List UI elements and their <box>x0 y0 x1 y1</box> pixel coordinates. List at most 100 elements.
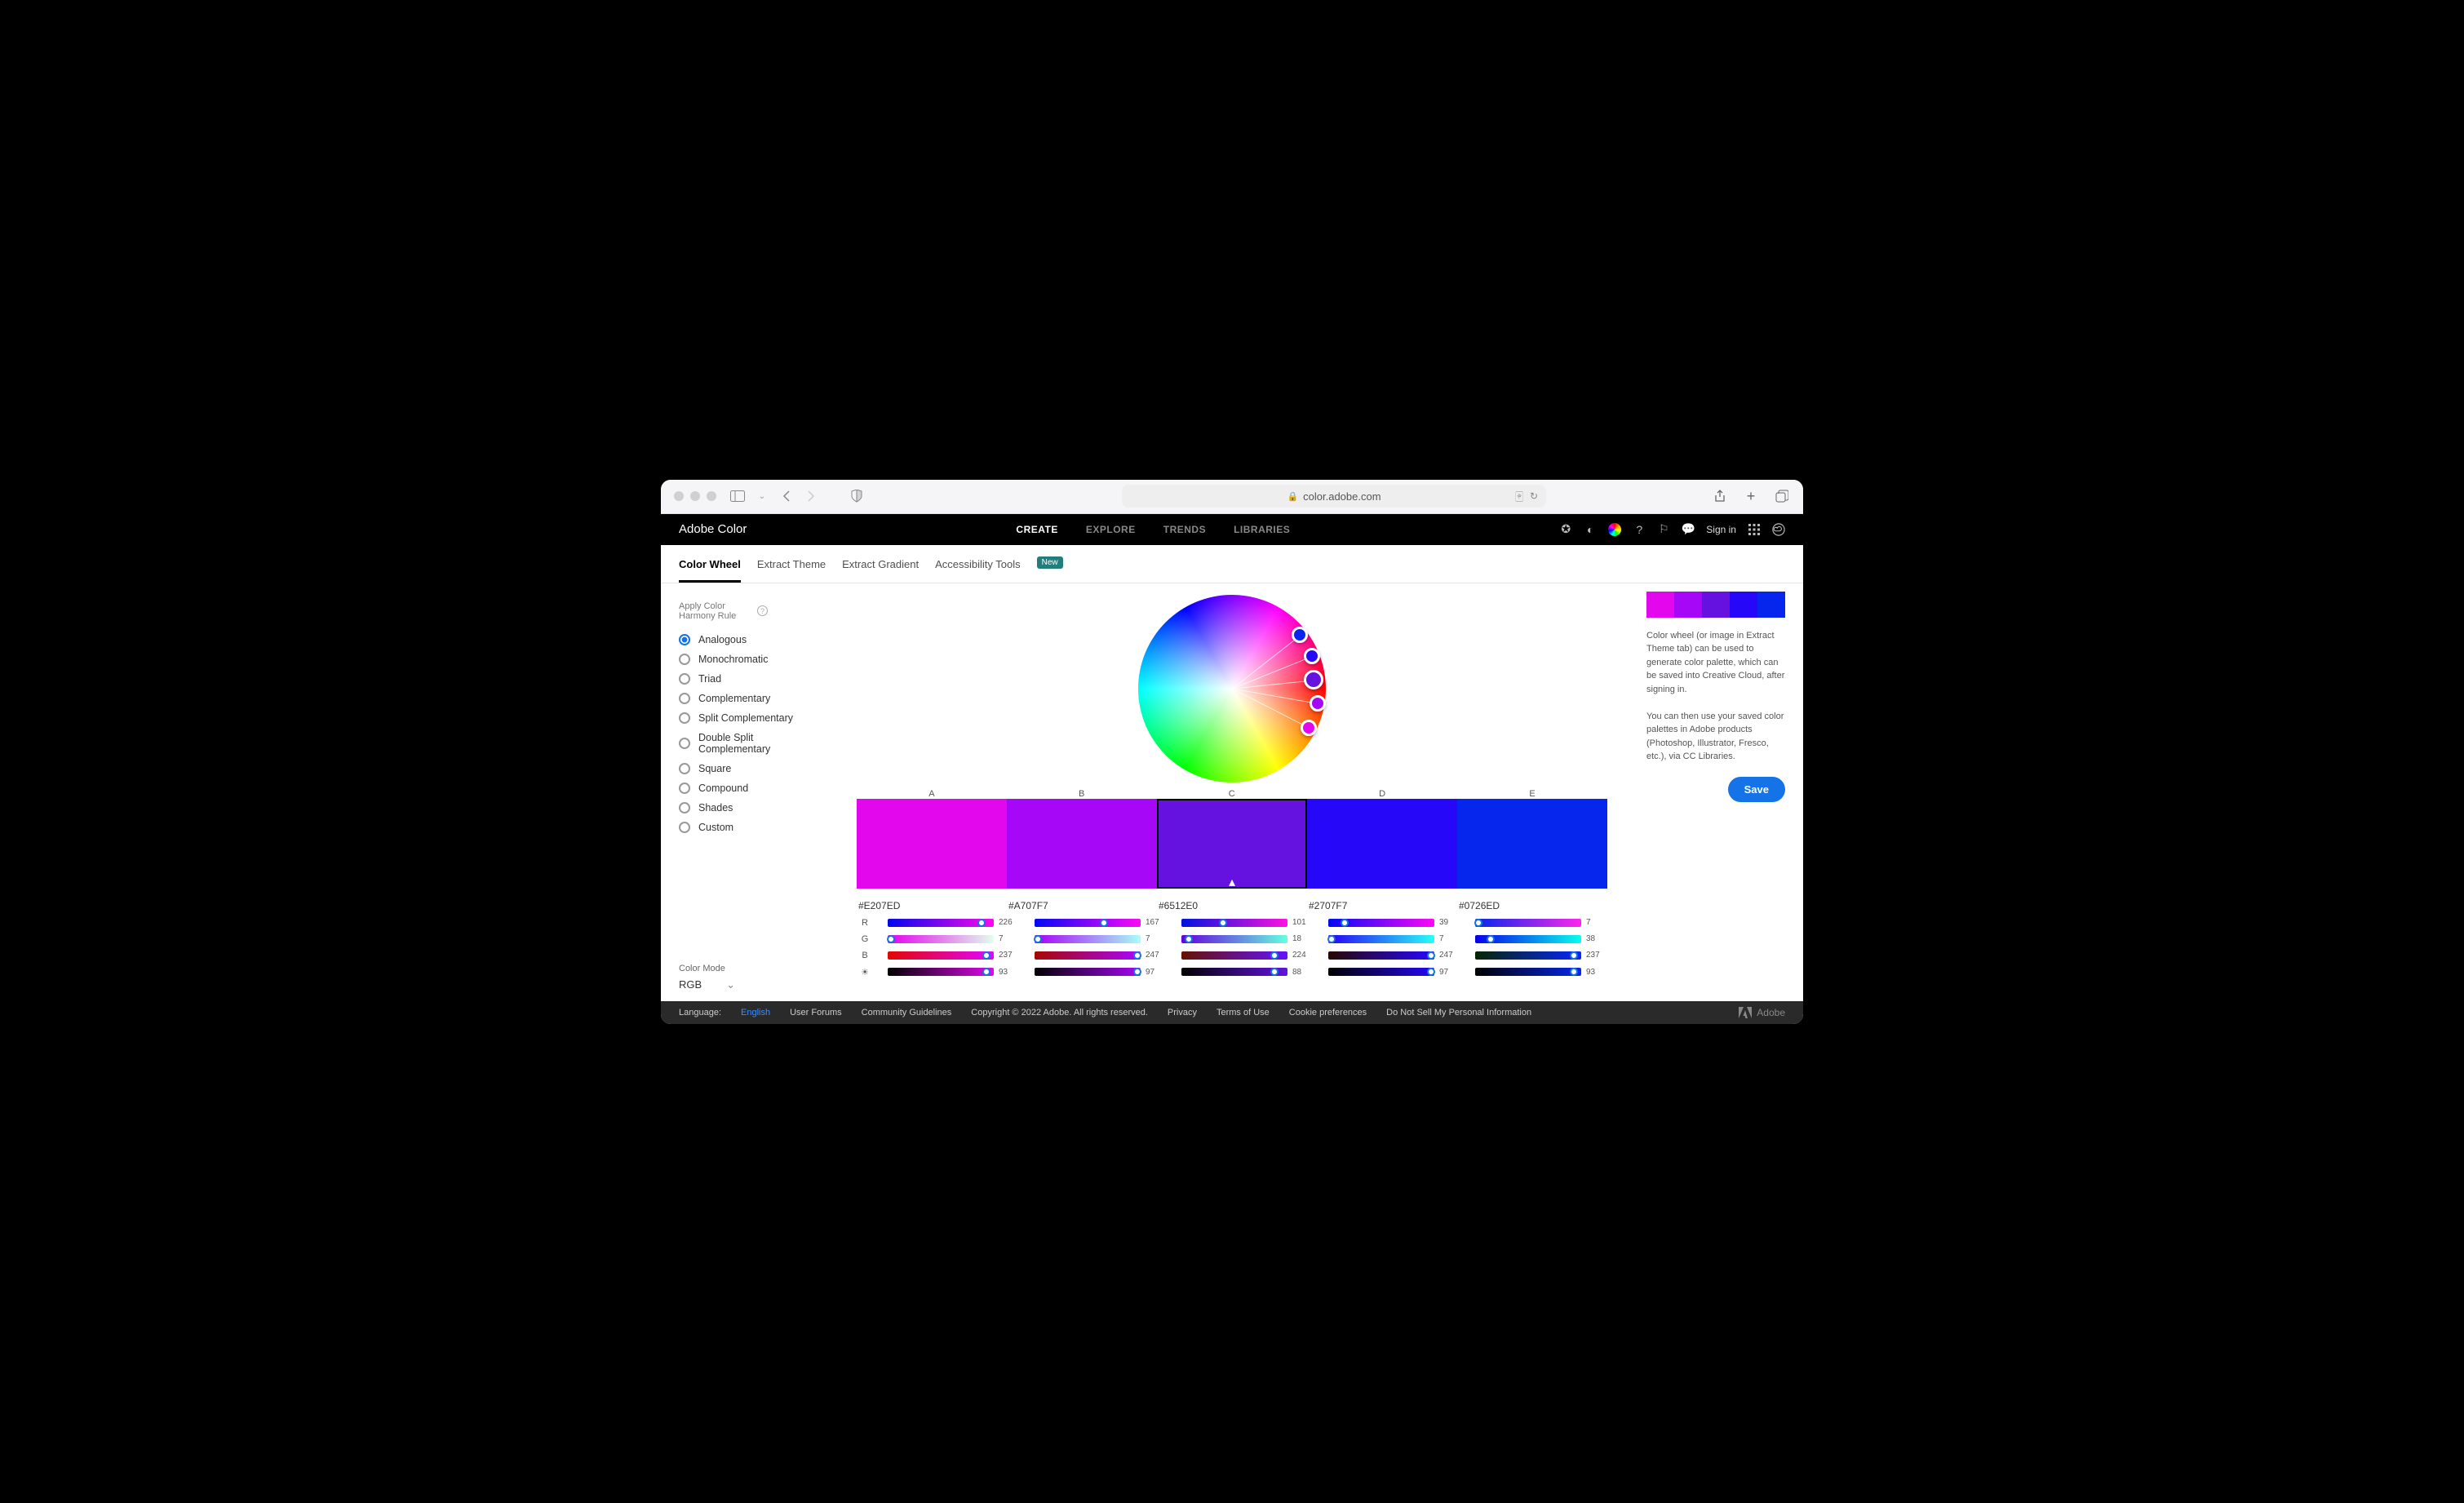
slider-r[interactable]: 226 <box>888 918 1020 927</box>
harmony-option-square[interactable]: Square <box>679 763 818 774</box>
wheel-handle[interactable] <box>1304 648 1320 664</box>
slider-g[interactable]: 38 <box>1475 934 1607 943</box>
slider-g[interactable]: 7 <box>1035 934 1167 943</box>
slider-b[interactable]: 237 <box>1475 951 1607 960</box>
sliders-area: #E207ED#A707F7#6512E0#2707F7#0726ED R226… <box>857 900 1607 978</box>
zoom-window-icon[interactable] <box>707 491 716 501</box>
sign-in-link[interactable]: Sign in <box>1706 524 1736 535</box>
slider-l[interactable]: 97 <box>1035 968 1167 977</box>
forward-icon[interactable] <box>803 488 819 504</box>
chat-icon[interactable]: 💬 <box>1682 523 1695 536</box>
harmony-option-split-complementary[interactable]: Split Complementary <box>679 712 818 724</box>
footer-language[interactable]: English <box>741 1008 770 1018</box>
slider-value: 39 <box>1439 918 1460 927</box>
radio-icon <box>679 738 690 749</box>
swatch-d[interactable] <box>1307 799 1457 889</box>
slider-g[interactable]: 18 <box>1181 934 1314 943</box>
footer-terms[interactable]: Terms of Use <box>1216 1008 1270 1018</box>
translate-icon[interactable]: 🀄︎ <box>1515 490 1523 503</box>
swatches <box>857 799 1607 889</box>
harmony-option-compound[interactable]: Compound <box>679 783 818 794</box>
alert-icon[interactable]: ⚐ <box>1657 523 1670 536</box>
nav-explore[interactable]: EXPLORE <box>1086 524 1136 535</box>
minimize-window-icon[interactable] <box>690 491 700 501</box>
tabs-icon[interactable] <box>1774 488 1790 504</box>
footer-privacy[interactable]: Privacy <box>1168 1008 1197 1018</box>
hex-value[interactable]: #6512E0 <box>1157 900 1307 911</box>
save-button[interactable]: Save <box>1728 777 1785 802</box>
slider-l[interactable]: 93 <box>888 968 1020 977</box>
harmony-option-custom[interactable]: Custom <box>679 822 818 833</box>
footer-dns[interactable]: Do Not Sell My Personal Information <box>1386 1008 1531 1018</box>
new-badge: New <box>1037 556 1063 569</box>
star-icon[interactable]: ✪ <box>1559 523 1572 536</box>
slider-l[interactable]: 88 <box>1181 968 1314 977</box>
slider-b[interactable]: 247 <box>1035 951 1167 960</box>
reload-icon[interactable]: ↻ <box>1530 490 1538 503</box>
slider-r[interactable]: 167 <box>1035 918 1167 927</box>
harmony-option-triad[interactable]: Triad <box>679 673 818 685</box>
preview-swatch <box>1646 592 1674 618</box>
share-icon[interactable] <box>1712 488 1728 504</box>
hex-value[interactable]: #2707F7 <box>1307 900 1457 911</box>
app-header-icons: ✪ ◐ ? ⚐ 💬 Sign in <box>1559 523 1785 536</box>
contrast-icon[interactable]: ◐ <box>1584 523 1597 536</box>
swatch-label: D <box>1379 789 1385 799</box>
nav-trends[interactable]: TRENDS <box>1163 524 1206 535</box>
color-wheel[interactable] <box>1138 595 1326 783</box>
hex-value[interactable]: #0726ED <box>1457 900 1607 911</box>
back-icon[interactable] <box>778 488 795 504</box>
nav-libraries[interactable]: LIBRARIES <box>1234 524 1290 535</box>
tab-color-wheel[interactable]: Color Wheel <box>679 558 741 583</box>
slider-l[interactable]: 93 <box>1475 968 1607 977</box>
color-wheel-icon[interactable] <box>1608 523 1621 536</box>
creative-cloud-icon[interactable] <box>1772 523 1785 536</box>
wheel-handle[interactable] <box>1310 695 1326 712</box>
shield-icon[interactable] <box>849 488 865 504</box>
slider-l[interactable]: 97 <box>1328 968 1460 977</box>
slider-r[interactable]: 39 <box>1328 918 1460 927</box>
chevron-down-icon: ⌄ <box>726 978 735 991</box>
sidebar-icon[interactable] <box>729 488 746 504</box>
harmony-option-double-split-complementary[interactable]: Double Split Complementary <box>679 732 818 755</box>
slider-g[interactable]: 7 <box>888 934 1020 943</box>
footer-user-forums[interactable]: User Forums <box>790 1008 842 1018</box>
url-bar[interactable]: 🔒 color.adobe.com 🀄︎ ↻ <box>1122 485 1546 508</box>
swatch-c[interactable] <box>1157 799 1307 889</box>
harmony-option-complementary[interactable]: Complementary <box>679 693 818 704</box>
slider-r[interactable]: 7 <box>1475 918 1607 927</box>
harmony-option-analogous[interactable]: Analogous <box>679 634 818 645</box>
info-icon[interactable]: ? <box>757 605 768 616</box>
new-tab-icon[interactable]: + <box>1743 488 1759 504</box>
hex-value[interactable]: #E207ED <box>857 900 1007 911</box>
swatch-e[interactable] <box>1457 799 1607 889</box>
slider-r[interactable]: 101 <box>1181 918 1314 927</box>
tab-extract-theme[interactable]: Extract Theme <box>757 558 826 583</box>
harmony-option-shades[interactable]: Shades <box>679 802 818 814</box>
color-mode-select[interactable]: RGB ⌄ <box>679 978 818 991</box>
swatch-b[interactable] <box>1007 799 1157 889</box>
footer-cookies[interactable]: Cookie preferences <box>1289 1008 1367 1018</box>
harmony-option-monochromatic[interactable]: Monochromatic <box>679 654 818 665</box>
footer-community[interactable]: Community Guidelines <box>862 1008 952 1018</box>
wheel-handle[interactable] <box>1301 720 1317 736</box>
slider-b[interactable]: 224 <box>1181 951 1314 960</box>
swatch-a[interactable] <box>857 799 1007 889</box>
close-window-icon[interactable] <box>674 491 684 501</box>
hex-value[interactable]: #A707F7 <box>1007 900 1157 911</box>
tab-accessibility[interactable]: Accessibility Tools <box>935 558 1021 583</box>
tab-extract-gradient[interactable]: Extract Gradient <box>842 558 919 583</box>
nav-create[interactable]: CREATE <box>1016 524 1057 535</box>
chevron-down-icon[interactable]: ⌄ <box>754 488 770 504</box>
slider-value: 38 <box>1586 934 1607 943</box>
radio-icon <box>679 763 690 774</box>
wheel-handle[interactable] <box>1292 627 1308 643</box>
app-header: Adobe Color CREATE EXPLORE TRENDS LIBRAR… <box>661 514 1803 545</box>
slider-b[interactable]: 247 <box>1328 951 1460 960</box>
slider-g[interactable]: 7 <box>1328 934 1460 943</box>
slider-value: 167 <box>1146 918 1167 927</box>
apps-icon[interactable] <box>1748 523 1761 536</box>
wheel-handle[interactable] <box>1304 670 1323 689</box>
help-icon[interactable]: ? <box>1633 523 1646 536</box>
slider-b[interactable]: 237 <box>888 951 1020 960</box>
